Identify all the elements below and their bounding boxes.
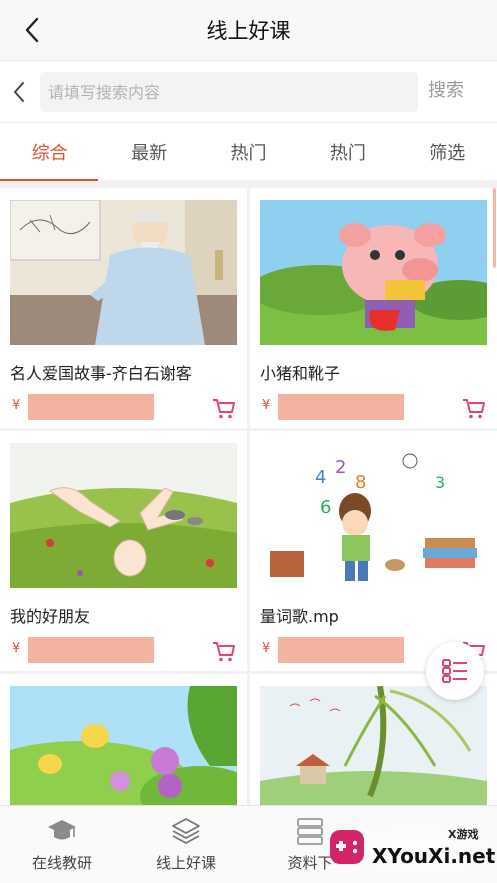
cart-icon[interactable] [212,641,236,663]
graduation-cap-icon [48,820,76,840]
nav-label: 在线教研 [31,854,92,872]
nav-item-courses[interactable]: 线上好课 [124,806,248,883]
tab-filter[interactable]: 筛选 [398,123,497,181]
currency-symbol: ¥ [262,641,271,656]
course-title: 我的好朋友 [10,607,91,626]
course-card[interactable] [0,674,247,805]
tab-all[interactable]: 综合 [0,123,99,181]
price-placeholder [278,637,404,663]
course-title: 量词歌.mp [260,607,339,626]
price-placeholder [28,394,154,420]
course-card[interactable]: 4 2 8 6 3 量词歌.mp ¥ [250,431,497,671]
tab-popular-2[interactable]: 热门 [298,123,397,181]
price-placeholder [28,637,154,663]
course-card[interactable]: 小猪和靴子 ¥ [250,188,497,428]
course-title: 名人爱国故事-齐白石谢客 [10,364,192,383]
svg-text:4: 4 [315,467,326,488]
app-screen: 线上好课 搜索 综合 最新 热门 热门 筛选 [0,0,497,883]
layers-icon [172,818,200,844]
course-thumbnail [10,200,237,345]
course-title: 小猪和靴子 [260,364,341,383]
course-thumbnail [260,200,487,345]
search-input[interactable] [40,72,418,112]
cart-icon[interactable] [212,398,236,420]
currency-symbol: ¥ [12,641,21,656]
course-thumbnail [10,686,237,805]
bottom-nav: 在线教研 线上好课 资料下 [0,805,497,883]
currency-symbol: ¥ [12,398,21,413]
course-card[interactable]: 我的好朋友 ¥ [0,431,247,671]
nav-label: 线上好课 [155,854,216,872]
cart-icon[interactable] [462,398,486,420]
chevron-left-icon [25,17,39,43]
nav-item-materials[interactable]: 资料下 [248,806,372,883]
title-bar: 线上好课 [0,0,497,60]
chevron-left-icon [14,82,24,102]
search-bar: 搜索 [0,60,497,122]
svg-text:3: 3 [435,473,445,492]
course-thumbnail: 4 2 8 6 3 [260,443,487,588]
filter-tabs: 综合 最新 热门 热门 筛选 [0,122,497,181]
nav-label: 资料下 [287,854,333,872]
search-back-button[interactable] [4,75,34,109]
course-card[interactable]: 名人爱国故事-齐白石谢客 ¥ [0,188,247,428]
scroll-indicator [493,188,496,268]
back-button[interactable] [14,12,50,48]
nav-item-more[interactable] [372,806,496,883]
database-icon [297,818,323,845]
tab-newest[interactable]: 最新 [99,123,198,181]
course-thumbnail [260,686,487,805]
course-thumbnail [10,443,237,588]
category-menu-button[interactable] [426,642,484,700]
tab-popular[interactable]: 热门 [199,123,298,181]
currency-symbol: ¥ [262,398,271,413]
list-menu-icon [442,659,467,683]
svg-text:8: 8 [355,472,366,493]
price-placeholder [278,394,404,420]
search-button[interactable]: 搜索 [428,76,464,102]
svg-text:6: 6 [320,497,331,518]
page-title: 线上好课 [206,19,291,43]
svg-text:2: 2 [335,457,346,478]
nav-item-research[interactable]: 在线教研 [0,806,124,883]
